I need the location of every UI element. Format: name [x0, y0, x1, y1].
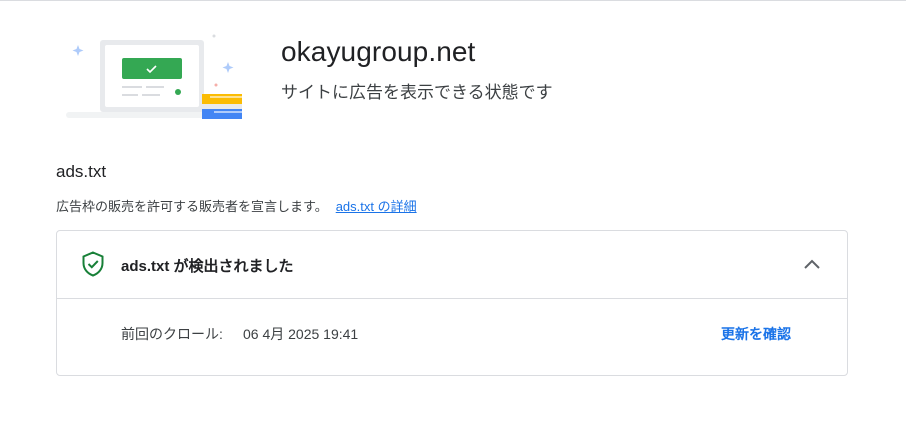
shield-check-icon [82, 251, 104, 277]
ads-txt-section-title: ads.txt [56, 162, 107, 181]
ads-txt-status-card: ads.txt が検出されました 前回のクロール: 06 4月 2025 19:… [56, 230, 848, 376]
ads-txt-description: 広告枠の販売を許可する販売者を宣言します。 [56, 199, 328, 214]
site-name: okayugroup.net [281, 36, 476, 67]
check-for-updates-button[interactable]: 更新を確認 [721, 324, 791, 344]
site-ready-illustration [66, 34, 242, 119]
last-crawl-value: 06 4月 2025 19:41 [243, 326, 359, 342]
site-status-text: サイトに広告を表示できる状態です [281, 83, 553, 102]
ads-txt-details-link[interactable]: ads.txt の詳細 [336, 199, 417, 214]
chevron-up-icon[interactable] [801, 253, 823, 275]
ads-txt-status-title: ads.txt が検出されました [121, 258, 294, 275]
ads-txt-description-row: 広告枠の販売を許可する販売者を宣言します。 ads.txt の詳細 [56, 196, 417, 215]
top-divider [0, 0, 906, 1]
last-crawl-label: 前回のクロール: [121, 326, 223, 342]
ads-txt-status-header[interactable]: ads.txt が検出されました [57, 231, 847, 299]
